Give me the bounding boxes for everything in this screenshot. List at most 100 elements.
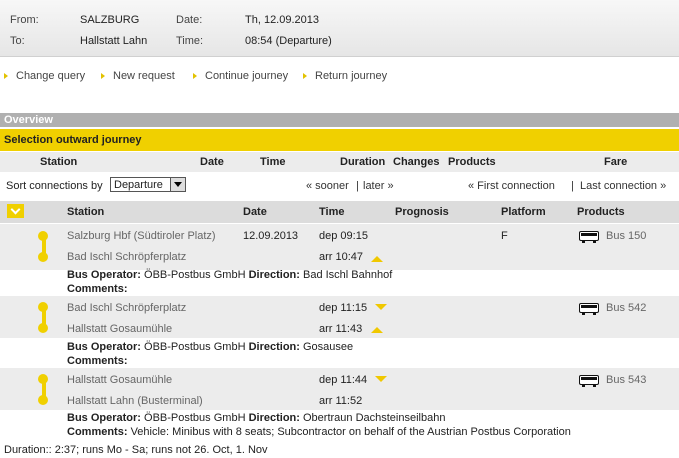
triangle-down-icon [375, 376, 387, 382]
to-label: To: [10, 35, 25, 47]
direction-value: Bad Ischl Bahnhof [302, 269, 393, 281]
time-label: Time: [176, 35, 204, 47]
continue-journey-label: Continue journey [205, 70, 289, 82]
chevron-down-icon[interactable] [7, 204, 24, 218]
direction-value: Gosausee [302, 341, 354, 353]
leg-1-product[interactable]: Bus 150 [606, 230, 646, 242]
leg-2-comments-line: Comments: [67, 355, 128, 367]
col-products: Products [448, 156, 496, 168]
leg-3-comments-line: Comments: Vehicle: Minibus with 8 seats;… [67, 426, 571, 438]
from-label: From: [10, 14, 39, 26]
sort-row: Sort connections by Departure « sooner |… [0, 174, 679, 198]
col-detail-date: Date [243, 206, 267, 218]
sort-selected-value: Departure [114, 179, 163, 191]
leg-2-operator-line: Bus Operator: ÖBB-Postbus GmbH Direction… [67, 341, 353, 353]
overview-bar: Overview [0, 113, 679, 127]
triangle-down-icon [375, 304, 387, 310]
leg-1-arr-time: arr 10:47 [319, 251, 364, 263]
col-fare: Fare [604, 156, 628, 168]
stop-dot-icon [38, 231, 48, 241]
first-connection-link[interactable]: « First connection [468, 180, 555, 192]
stop-dot-icon [38, 302, 48, 312]
new-request-link[interactable]: New request [101, 70, 175, 82]
bus-icon [579, 375, 599, 387]
col-station: Station [40, 156, 78, 168]
leg-2-arr-time: arr 11:43 [319, 323, 363, 335]
col-duration: Duration [340, 156, 386, 168]
triangle-right-icon [193, 73, 197, 80]
triangle-up-icon [371, 256, 383, 262]
return-journey-label: Return journey [315, 70, 388, 82]
direction-label: Direction: [248, 412, 300, 424]
action-nav: Change query New request Continue journe… [0, 64, 679, 86]
direction-label: Direction: [248, 341, 300, 353]
comments-label: Comments: [67, 426, 128, 438]
leg-1-dep-platform: F [501, 230, 508, 242]
continue-journey-link[interactable]: Continue journey [193, 70, 288, 82]
time-value: 08:54 (Departure) [245, 35, 332, 47]
sooner-later-separator: | [356, 180, 359, 192]
sort-label: Sort connections by [6, 180, 103, 192]
leg-3-arr-station[interactable]: Hallstatt Lahn (Busterminal) [67, 395, 203, 407]
leg-2-product[interactable]: Bus 542 [606, 302, 646, 314]
date-label: Date: [176, 14, 203, 26]
leg-2-dep-time: dep 11:15 [319, 302, 368, 314]
later-link[interactable]: later » [363, 180, 394, 192]
triangle-right-icon [4, 73, 8, 80]
stop-dot-icon [38, 323, 48, 333]
triangle-right-icon [303, 73, 307, 80]
direction-label: Direction: [248, 269, 300, 281]
col-detail-platform: Platform [501, 206, 546, 218]
comments-value: Vehicle: Minibus with 8 seats; Subcontra… [130, 426, 571, 438]
leg-1-arr-station[interactable]: Bad Ischl Schröpferplatz [67, 251, 186, 263]
summary-column-header: Station Date Time Duration Changes Produ… [0, 152, 679, 172]
leg-1-dep-station[interactable]: Salzburg Hbf (Südtiroler Platz) [67, 230, 216, 242]
detail-column-header: Station Date Time Prognosis Platform Pro… [0, 201, 679, 223]
bus-icon [579, 231, 599, 243]
col-changes: Changes [393, 156, 440, 168]
col-detail-time: Time [319, 206, 345, 218]
journey-header: From: SALZBURG Date: Th, 12.09.2013 To: … [0, 0, 679, 57]
col-detail-station: Station [67, 206, 105, 218]
stop-dot-icon [38, 395, 48, 405]
operator-label: Bus Operator: [67, 412, 141, 424]
comments-label: Comments: [67, 355, 128, 367]
leg-3-dep-time: dep 11:44 [319, 374, 368, 386]
return-journey-link[interactable]: Return journey [303, 70, 387, 82]
comments-label: Comments: [67, 283, 128, 295]
dropdown-arrow-icon[interactable] [170, 178, 185, 191]
stop-dot-icon [38, 374, 48, 384]
from-value: SALZBURG [80, 14, 140, 26]
leg-1-comments-line: Comments: [67, 283, 128, 295]
operator-value: ÖBB-Postbus GmbH [144, 341, 246, 353]
direction-value: Obertraun Dachsteinseilbahn [302, 412, 446, 424]
new-request-label: New request [113, 70, 175, 82]
leg-3-operator-line: Bus Operator: ÖBB-Postbus GmbH Direction… [67, 412, 445, 424]
journey-summary-footer: Duration:: 2:37; runs Mo - Sa; runs not … [4, 444, 268, 456]
leg-2-arr-station[interactable]: Hallstatt Gosaumühle [67, 323, 172, 335]
triangle-right-icon [101, 73, 105, 80]
sooner-link[interactable]: « sooner [306, 180, 349, 192]
operator-label: Bus Operator: [67, 341, 141, 353]
leg-1-dep-date: 12.09.2013 [243, 230, 299, 242]
leg-2-dep-station[interactable]: Bad Ischl Schröpferplatz [67, 302, 186, 314]
selection-title: Selection outward journey [0, 129, 679, 151]
change-query-label: Change query [16, 70, 86, 82]
date-value: Th, 12.09.2013 [245, 14, 320, 26]
operator-value: ÖBB-Postbus GmbH [144, 269, 246, 281]
col-time: Time [260, 156, 286, 168]
bus-icon [579, 303, 599, 315]
col-detail-prognosis: Prognosis [395, 206, 449, 218]
change-query-link[interactable]: Change query [4, 70, 85, 82]
last-connection-link[interactable]: Last connection » [580, 180, 666, 192]
leg-3-product[interactable]: Bus 543 [606, 374, 646, 386]
leg-3-arr-time: arr 11:52 [319, 395, 363, 407]
sort-select[interactable]: Departure [110, 177, 186, 192]
col-detail-products: Products [577, 206, 625, 218]
to-value: Hallstatt Lahn [80, 35, 148, 47]
leg-1-dep-time: dep 09:15 [319, 230, 368, 242]
leg-1-operator-line: Bus Operator: ÖBB-Postbus GmbH Direction… [67, 269, 392, 281]
leg-3-dep-station[interactable]: Hallstatt Gosaumühle [67, 374, 172, 386]
connection-separator: | [571, 180, 574, 192]
col-date: Date [200, 156, 224, 168]
